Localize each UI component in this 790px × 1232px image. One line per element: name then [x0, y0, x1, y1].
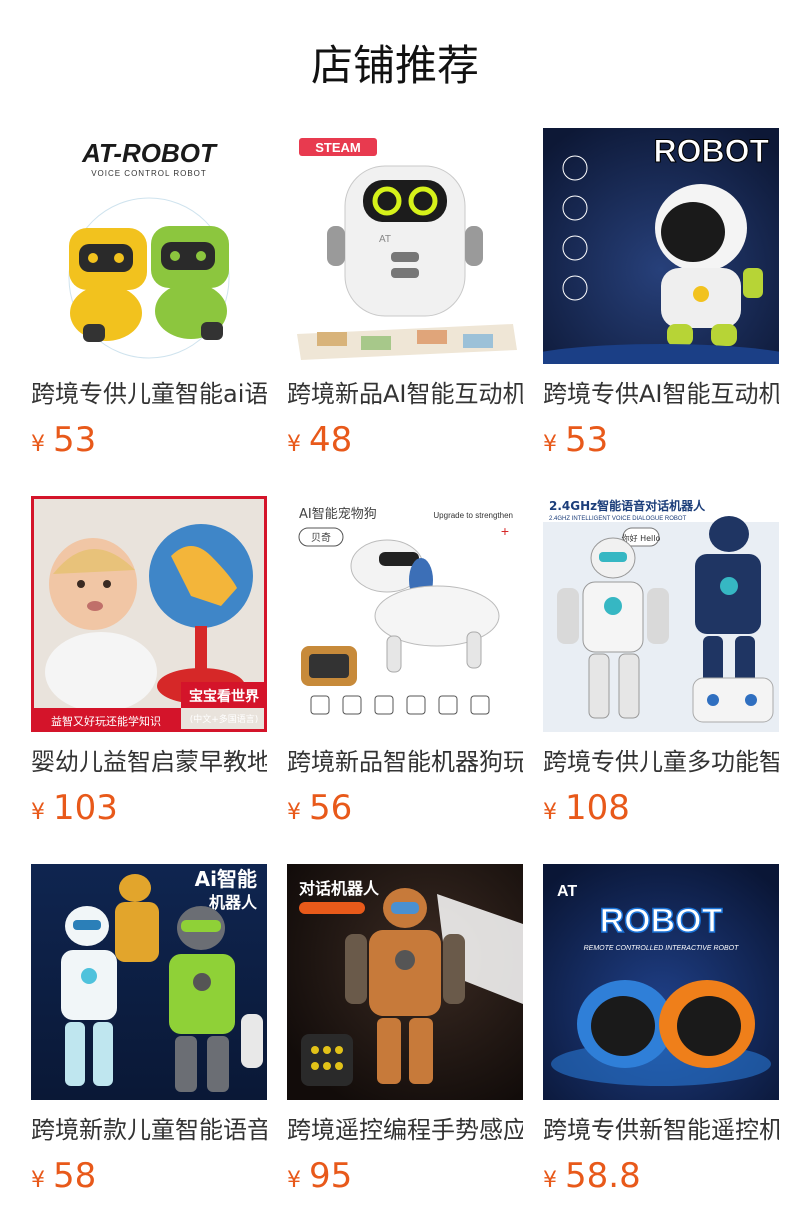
product-name[interactable]: 跨境专供儿童智能ai语音对话机器人 — [31, 378, 267, 410]
product-price: ¥53 — [31, 420, 267, 460]
product-image[interactable]: Ai智能 机器人 — [31, 864, 267, 1100]
product-name[interactable]: 跨境专供AI智能互动机器人 — [543, 378, 779, 410]
price-value: 53 — [565, 420, 609, 460]
product-card[interactable]: 对话机器人 跨境遥控编程手势感应机器人 ¥95 — [287, 864, 523, 1196]
currency-symbol: ¥ — [543, 432, 557, 457]
svg-text:ROBOT: ROBOT — [653, 133, 769, 169]
product-image[interactable]: STEAM AT — [287, 128, 523, 364]
product-price: ¥95 — [287, 1156, 523, 1196]
product-image[interactable]: 对话机器人 — [287, 864, 523, 1100]
price-value: 95 — [309, 1156, 353, 1196]
price-value: 108 — [565, 788, 630, 828]
product-price: ¥48 — [287, 420, 523, 460]
svg-text:AT: AT — [557, 883, 577, 900]
svg-text:贝奇: 贝奇 — [311, 531, 331, 544]
product-name[interactable]: 婴幼儿益智启蒙早教地球仪 — [31, 746, 267, 778]
svg-text:你好 Hello: 你好 Hello — [622, 533, 661, 543]
svg-text:AT-ROBOT: AT-ROBOT — [81, 138, 218, 168]
currency-symbol: ¥ — [543, 1168, 557, 1193]
product-price: ¥53 — [543, 420, 779, 460]
product-card[interactable]: AT-ROBOT VOICE CONTROL ROBOT 跨境专供儿童智能ai语… — [31, 128, 267, 460]
product-image[interactable]: 宝宝看世界 (中文+多国语言) 益智又好玩还能学知识 — [31, 496, 267, 732]
svg-text:AI智能宠物狗: AI智能宠物狗 — [299, 506, 377, 522]
product-image[interactable]: AI智能宠物狗 贝奇 Upgrade to strengthen + — [287, 496, 523, 732]
product-name[interactable]: 跨境专供儿童多功能智能机器人 — [543, 746, 779, 778]
svg-text:STEAM: STEAM — [315, 140, 361, 155]
svg-text:Upgrade to strengthen: Upgrade to strengthen — [433, 511, 513, 520]
svg-text:2.4GHz智能语音对话机器人: 2.4GHz智能语音对话机器人 — [549, 498, 706, 513]
product-card[interactable]: 2.4GHz智能语音对话机器人 2.4GHZ INTELLIGENT VOICE… — [543, 496, 779, 828]
svg-text:2.4GHZ INTELLIGENT VOICE DIALO: 2.4GHZ INTELLIGENT VOICE DIALOGUE ROBOT — [549, 516, 687, 522]
product-price: ¥58 — [31, 1156, 267, 1196]
price-value: 58 — [53, 1156, 97, 1196]
svg-text:对话机器人: 对话机器人 — [299, 879, 380, 898]
product-image[interactable]: ROBOT — [543, 128, 779, 364]
product-price: ¥108 — [543, 788, 779, 828]
svg-text:ROBOT: ROBOT — [600, 902, 723, 940]
product-name[interactable]: 跨境遥控编程手势感应机器人 — [287, 1114, 523, 1146]
product-name[interactable]: 跨境新品AI智能互动机器人 — [287, 378, 523, 410]
currency-symbol: ¥ — [287, 1168, 301, 1193]
svg-text:AT: AT — [379, 234, 391, 245]
price-value: 58.8 — [565, 1156, 641, 1196]
product-price: ¥58.8 — [543, 1156, 779, 1196]
product-name[interactable]: 跨境新品智能机器狗玩具 — [287, 746, 523, 778]
product-price: ¥103 — [31, 788, 267, 828]
svg-text:(中文+多国语言): (中文+多国语言) — [190, 713, 259, 725]
product-image[interactable]: AT ROBOT REMOTE CONTROLLED INTERACTIVE R… — [543, 864, 779, 1100]
currency-symbol: ¥ — [31, 1168, 45, 1193]
currency-symbol: ¥ — [287, 800, 301, 825]
product-price: ¥56 — [287, 788, 523, 828]
price-value: 56 — [309, 788, 353, 828]
svg-text:REMOTE CONTROLLED INTERACTIVE: REMOTE CONTROLLED INTERACTIVE ROBOT — [584, 945, 740, 952]
currency-symbol: ¥ — [31, 432, 45, 457]
currency-symbol: ¥ — [31, 800, 45, 825]
product-card[interactable]: 宝宝看世界 (中文+多国语言) 益智又好玩还能学知识 婴幼儿益智启蒙早教地球仪 … — [31, 496, 267, 828]
product-card[interactable]: Ai智能 机器人 跨境新款儿童智能语音机器人 ¥58 — [31, 864, 267, 1196]
product-image[interactable]: AT-ROBOT VOICE CONTROL ROBOT — [31, 128, 267, 364]
svg-text:+: + — [501, 523, 509, 539]
svg-text:Ai智能: Ai智能 — [195, 867, 257, 891]
product-card[interactable]: AT ROBOT REMOTE CONTROLLED INTERACTIVE R… — [543, 864, 779, 1196]
currency-symbol: ¥ — [543, 800, 557, 825]
price-value: 103 — [53, 788, 118, 828]
svg-text:机器人: 机器人 — [209, 893, 258, 912]
product-card[interactable]: AI智能宠物狗 贝奇 Upgrade to strengthen + 跨境新品智… — [287, 496, 523, 828]
svg-text:益智又好玩还能学知识: 益智又好玩还能学知识 — [51, 714, 161, 728]
svg-text:VOICE CONTROL ROBOT: VOICE CONTROL ROBOT — [91, 169, 207, 178]
price-value: 53 — [53, 420, 97, 460]
product-card[interactable]: ROBOT 跨境专供AI智能互动机器人 ¥53 — [543, 128, 779, 460]
price-value: 48 — [309, 420, 353, 460]
page-title: 店铺推荐 — [310, 41, 479, 90]
svg-text:宝宝看世界: 宝宝看世界 — [189, 688, 260, 705]
product-card[interactable]: STEAM AT 跨境新品AI智能互动机器人 ¥48 — [287, 128, 523, 460]
currency-symbol: ¥ — [287, 432, 301, 457]
product-name[interactable]: 跨境新款儿童智能语音机器人 — [31, 1114, 267, 1146]
product-name[interactable]: 跨境专供新智能遥控机器人 — [543, 1114, 779, 1146]
product-image[interactable]: 2.4GHz智能语音对话机器人 2.4GHZ INTELLIGENT VOICE… — [543, 496, 779, 732]
